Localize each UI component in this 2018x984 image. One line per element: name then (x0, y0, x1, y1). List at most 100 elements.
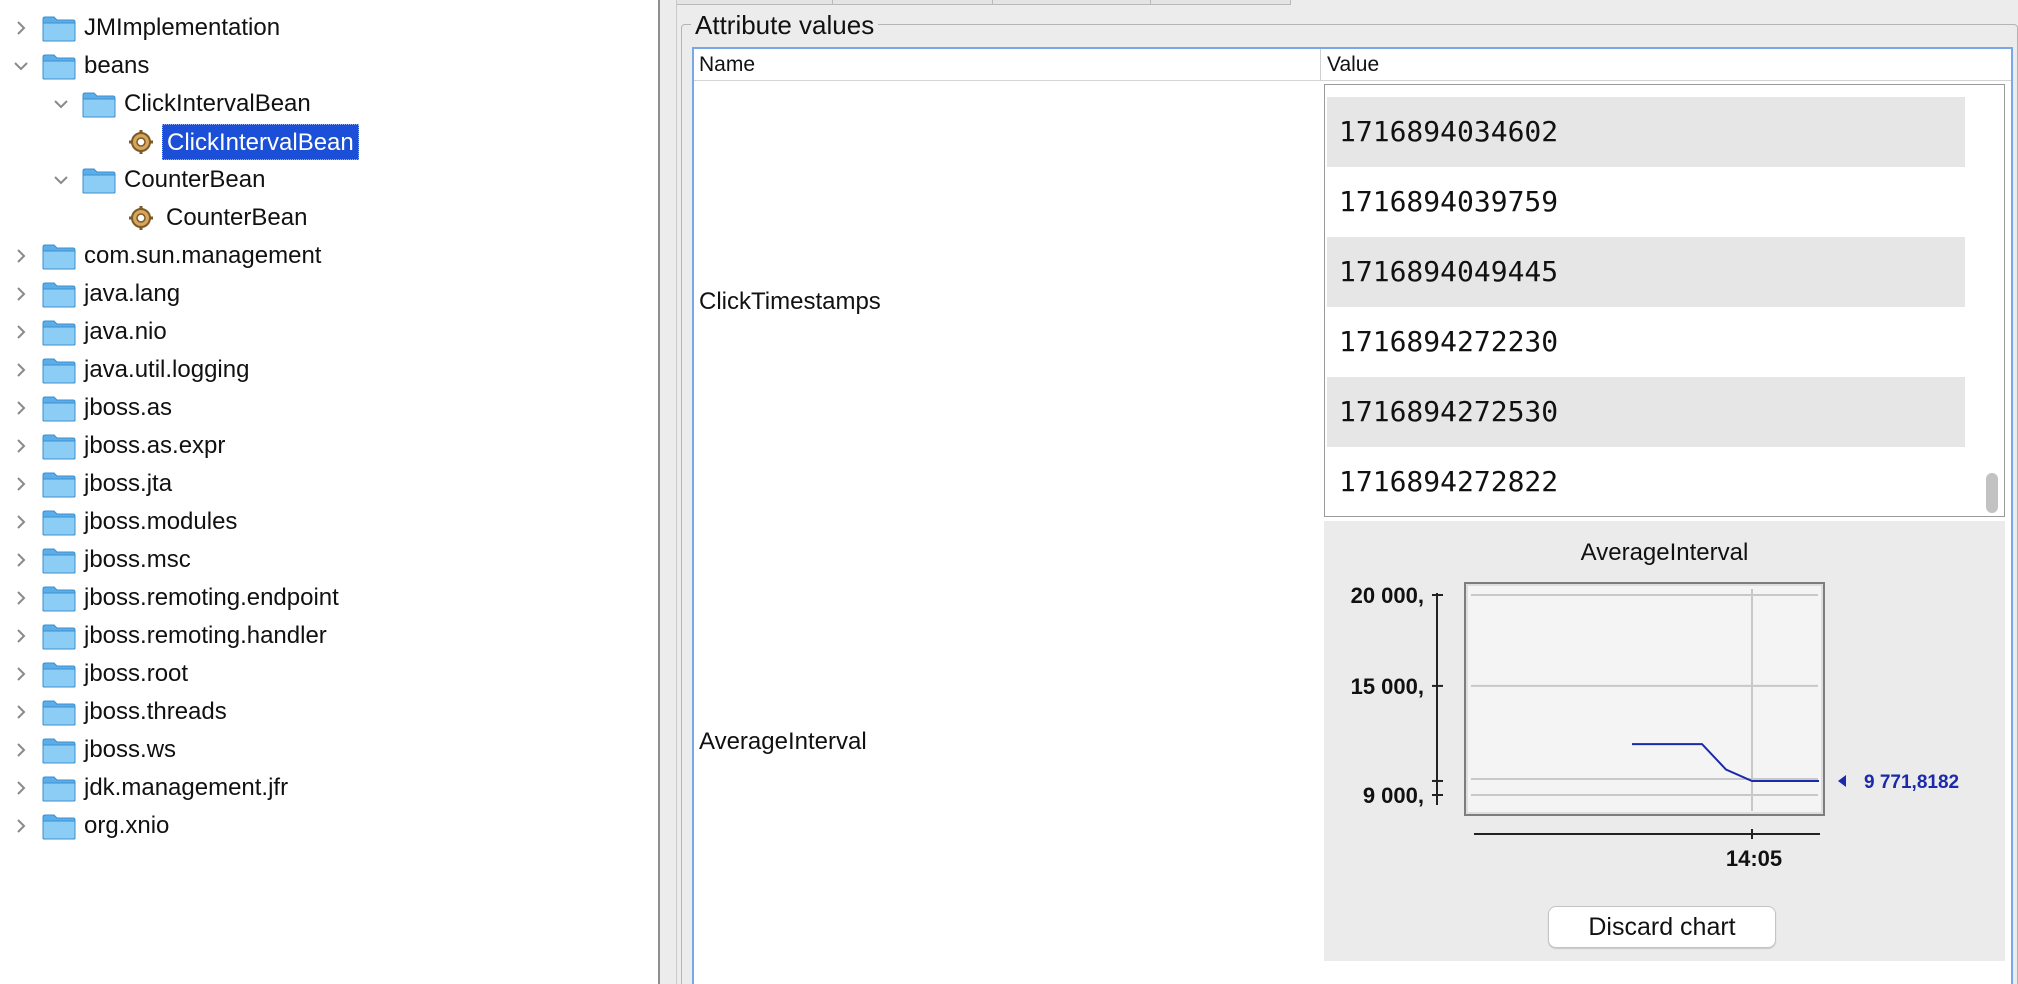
chevron-right-icon[interactable] (10, 9, 32, 47)
tree-node-label[interactable]: jdk.management.jfr (80, 769, 292, 807)
folder-icon (42, 282, 76, 308)
tree-list: JMImplementation beans ClickIntervalBean Cl… (0, 9, 658, 845)
tree-node-label[interactable]: jboss.remoting.endpoint (80, 579, 343, 617)
tree-node[interactable]: beans (0, 47, 658, 85)
list-item[interactable]: 1716894272822 (1327, 447, 1965, 516)
x-tick-label: 14:05 (1726, 846, 1782, 871)
tree-node[interactable]: org.xnio (0, 807, 658, 845)
column-header-name[interactable]: Name (699, 49, 755, 81)
folder-icon (82, 168, 116, 194)
tree-node-label[interactable]: beans (80, 47, 153, 85)
chevron-right-icon[interactable] (10, 807, 32, 845)
tree-node-label[interactable]: jboss.as (80, 389, 176, 427)
clicktimestamps-list[interactable]: 1716894034602 1716894039759 1716894049445 1… (1324, 84, 2005, 517)
tree-node-label[interactable]: jboss.ws (80, 731, 180, 769)
tree-node-label[interactable]: CounterBean (162, 199, 311, 237)
list-item[interactable]: 1716894034602 (1327, 97, 1965, 167)
tree-node-label[interactable]: CounterBean (120, 161, 269, 199)
tree-node-label[interactable]: ClickIntervalBean (120, 85, 315, 123)
tree-node[interactable]: com.sun.management (0, 237, 658, 275)
mbean-icon (128, 205, 154, 231)
tree-node[interactable]: JMImplementation (0, 9, 658, 47)
tab[interactable] (993, 0, 1151, 5)
tree-node-label[interactable]: java.lang (80, 275, 184, 313)
tree-node[interactable]: jboss.remoting.handler (0, 617, 658, 655)
tree-node-label[interactable]: jboss.root (80, 655, 192, 693)
tab[interactable] (677, 0, 833, 5)
tree-node[interactable]: jdk.management.jfr (0, 769, 658, 807)
tree-node[interactable]: jboss.msc (0, 541, 658, 579)
tree-node[interactable]: jboss.threads (0, 693, 658, 731)
list-item[interactable]: 1716894049445 (1327, 237, 1965, 307)
y-tick-label: 15 000, (1351, 674, 1424, 699)
column-divider[interactable] (1320, 49, 1321, 81)
tree-node-label[interactable]: java.nio (80, 313, 171, 351)
chevron-right-icon[interactable] (10, 313, 32, 351)
tree-node[interactable]: jboss.ws (0, 731, 658, 769)
tree-node[interactable]: jboss.root (0, 655, 658, 693)
discard-chart-button[interactable]: Discard chart (1548, 906, 1776, 948)
chevron-right-icon[interactable] (10, 427, 32, 465)
tree-node-label[interactable]: com.sun.management (80, 237, 325, 275)
tree-node-label[interactable]: jboss.jta (80, 465, 176, 503)
tree-node-label[interactable]: JMImplementation (80, 9, 284, 47)
chevron-right-icon[interactable] (10, 389, 32, 427)
chevron-right-icon[interactable] (10, 237, 32, 275)
chevron-right-icon[interactable] (10, 693, 32, 731)
tab-strip (677, 0, 2018, 6)
group-title: Attribute values (691, 9, 879, 41)
tree-node[interactable]: ClickIntervalBean (0, 123, 658, 161)
chevron-right-icon[interactable] (10, 275, 32, 313)
chevron-right-icon[interactable] (10, 351, 32, 389)
chevron-right-icon[interactable] (10, 503, 32, 541)
attributes-table: Name Value ClickTimestamps 1716894034602… (692, 47, 2013, 984)
vertical-scrollbar[interactable] (1980, 85, 2004, 516)
tab[interactable] (1151, 0, 1291, 5)
mbean-icon (128, 129, 154, 155)
list-item[interactable]: 1716894272230 (1327, 307, 1965, 377)
chevron-down-icon[interactable] (10, 47, 32, 85)
tree-node[interactable]: jboss.modules (0, 503, 658, 541)
tree-node-label[interactable]: jboss.as.expr (80, 427, 229, 465)
chevron-down-icon[interactable] (50, 161, 72, 199)
chevron-right-icon[interactable] (10, 655, 32, 693)
tree-node-label[interactable]: jboss.threads (80, 693, 231, 731)
tree-node[interactable]: java.util.logging (0, 351, 658, 389)
list-item[interactable]: 1716894039759 (1327, 167, 1965, 237)
tree-node-label[interactable]: jboss.modules (80, 503, 241, 541)
folder-icon (42, 586, 76, 612)
chevron-right-icon[interactable] (10, 731, 32, 769)
tree-node-label[interactable]: jboss.msc (80, 541, 195, 579)
tree-node[interactable]: jboss.as (0, 389, 658, 427)
tree-node[interactable]: java.nio (0, 313, 658, 351)
attribute-name-averageinterval: AverageInterval (699, 728, 867, 755)
tree-node[interactable]: ClickIntervalBean (0, 85, 658, 123)
column-header-value[interactable]: Value (1327, 49, 1379, 81)
y-tick-label: 9 000, (1363, 783, 1424, 808)
folder-icon (42, 548, 76, 574)
tree-node[interactable]: jboss.jta (0, 465, 658, 503)
tree-node[interactable]: java.lang (0, 275, 658, 313)
tree-node-label[interactable]: org.xnio (80, 807, 173, 845)
folder-icon (42, 814, 76, 840)
chevron-right-icon[interactable] (10, 579, 32, 617)
scrollbar-thumb[interactable] (1986, 473, 1998, 513)
chevron-right-icon[interactable] (10, 541, 32, 579)
tree-node[interactable]: CounterBean (0, 161, 658, 199)
tree-node-label[interactable]: java.util.logging (80, 351, 253, 389)
folder-icon (42, 54, 76, 80)
chevron-right-icon[interactable] (10, 617, 32, 655)
chevron-right-icon[interactable] (10, 465, 32, 503)
split-pane-divider[interactable] (660, 0, 677, 984)
chevron-down-icon[interactable] (50, 85, 72, 123)
mbean-tree[interactable]: JMImplementation beans ClickIntervalBean Cl… (0, 0, 660, 984)
tab[interactable] (833, 0, 993, 5)
list-item[interactable]: 1716894272530 (1327, 377, 1965, 447)
tree-node[interactable]: jboss.remoting.endpoint (0, 579, 658, 617)
y-tick-label: 20 000, (1351, 583, 1424, 608)
tree-node-label[interactable]: ClickIntervalBean (162, 124, 359, 160)
tree-node[interactable]: jboss.as.expr (0, 427, 658, 465)
tree-node-label[interactable]: jboss.remoting.handler (80, 617, 331, 655)
chevron-right-icon[interactable] (10, 769, 32, 807)
tree-node[interactable]: CounterBean (0, 199, 658, 237)
